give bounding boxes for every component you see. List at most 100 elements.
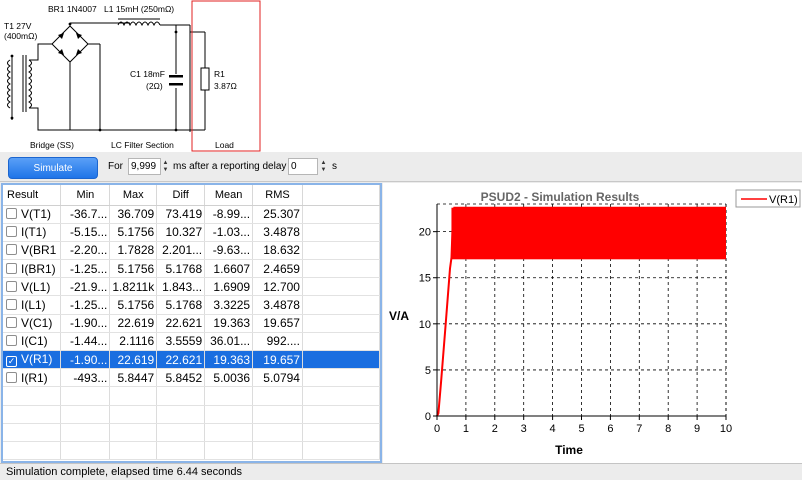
result-diff-cell: 1.843... — [156, 277, 206, 297]
result-checkbox[interactable] — [6, 335, 17, 347]
chevron-up-icon[interactable]: ▲ — [321, 160, 327, 167]
result-mean-cell: -8.99... — [204, 205, 254, 224]
result-mean-cell: 36.01... — [204, 332, 254, 352]
chevron-down-icon[interactable]: ▼ — [321, 167, 327, 174]
row-spacer — [302, 350, 380, 370]
y-tick-label: 10 — [419, 319, 431, 331]
table-row[interactable]: I(C1) -1.44... 2.1116 3.5559 36.01... 992.... — [3, 332, 380, 352]
result-name-cell[interactable]: ✓ V(R1) — [3, 350, 62, 370]
result-max-cell: 5.8447 — [109, 368, 158, 388]
result-mean-cell: 5.0036 — [204, 368, 254, 388]
result-name: I(C1) — [21, 334, 48, 349]
result-diff-cell: 5.1768 — [156, 295, 206, 315]
result-diff-cell: 5.8452 — [156, 368, 206, 388]
result-min-cell: -36.7... — [60, 205, 111, 224]
result-checkbox[interactable] — [6, 299, 17, 311]
resistor-label: R1 — [214, 69, 225, 79]
empty-cell — [109, 441, 158, 461]
column-header[interactable]: Max — [109, 185, 158, 206]
empty-cell — [156, 386, 206, 406]
table-row[interactable]: I(T1) -5.15... 5.1756 10.327 -1.03... 3.4878 — [3, 223, 380, 242]
result-name: V(T1) — [21, 207, 51, 222]
result-checkbox[interactable] — [6, 317, 17, 329]
transformer-resistance: (400mΩ) — [4, 31, 37, 41]
result-min-cell: -493... — [60, 368, 111, 388]
empty-cell — [302, 423, 380, 442]
result-name-cell[interactable]: V(L1) — [3, 277, 62, 297]
empty-cell — [156, 441, 206, 461]
result-name-cell[interactable]: V(C1) — [3, 314, 62, 333]
column-header[interactable]: Min — [60, 185, 111, 206]
result-name-cell[interactable]: I(T1) — [3, 223, 62, 242]
table-row[interactable]: I(R1) -493... 5.8447 5.8452 5.0036 5.0794 — [3, 368, 380, 388]
empty-cell — [156, 405, 206, 424]
y-tick-label: 5 — [425, 365, 431, 377]
delay-stepper[interactable]: ▲ ▼ — [319, 158, 328, 175]
result-max-cell: 22.619 — [109, 314, 158, 333]
y-axis-label: V/A — [389, 309, 409, 323]
chevron-down-icon[interactable]: ▼ — [163, 167, 169, 174]
x-tick-label: 10 — [720, 423, 732, 435]
section-filter-label: LC Filter Section — [111, 140, 174, 150]
table-row[interactable]: I(L1) -1.25... 5.1756 5.1768 3.3225 3.4878 — [3, 295, 380, 315]
result-name-cell[interactable]: I(R1) — [3, 368, 62, 388]
result-checkbox[interactable] — [6, 208, 17, 220]
empty-cell — [3, 423, 62, 442]
column-header[interactable]: Result — [3, 185, 62, 206]
result-name-cell[interactable]: I(BR1) — [3, 259, 62, 279]
result-diff-cell: 3.5559 — [156, 332, 206, 352]
column-header[interactable]: RMS — [252, 185, 303, 206]
row-spacer — [302, 277, 380, 297]
duration-stepper[interactable]: ▲ ▼ — [161, 158, 170, 175]
result-name-cell[interactable]: V(T1) — [3, 205, 62, 224]
y-tick-label: 15 — [419, 273, 431, 285]
section-bridge-label: Bridge (SS) — [30, 140, 74, 150]
empty-cell — [302, 405, 380, 424]
empty-table-row — [3, 386, 380, 406]
table-row[interactable]: ✓ V(R1) -1.90... 22.619 22.621 19.363 19.657 — [3, 350, 380, 370]
result-checkbox[interactable] — [6, 226, 17, 238]
empty-cell — [3, 441, 62, 461]
result-checkbox[interactable]: ✓ — [6, 356, 17, 368]
result-mean-cell: 3.3225 — [204, 295, 254, 315]
result-mean-cell: 19.363 — [204, 314, 254, 333]
result-checkbox[interactable] — [6, 371, 17, 383]
chevron-up-icon[interactable]: ▲ — [163, 160, 169, 167]
result-min-cell: -1.44... — [60, 332, 111, 352]
result-checkbox[interactable] — [6, 280, 17, 292]
capacitor-resistance: (2Ω) — [146, 81, 163, 91]
result-name: I(R1) — [21, 370, 48, 385]
result-name-cell[interactable]: I(L1) — [3, 295, 62, 315]
empty-cell — [60, 423, 111, 442]
y-tick-label: 20 — [419, 227, 431, 239]
table-row[interactable]: V(L1) -21.9... 1.8211k 1.843... 1.6909 12.700 — [3, 277, 380, 297]
result-checkbox[interactable] — [6, 262, 17, 274]
table-row[interactable]: V(C1) -1.90... 22.619 22.621 19.363 19.657 — [3, 314, 380, 333]
result-min-cell: -21.9... — [60, 277, 111, 297]
empty-cell — [109, 405, 158, 424]
result-name-cell[interactable]: I(C1) — [3, 332, 62, 352]
results-table: Result Min Max Diff Mean RMS V(T1) -36.7.… — [3, 185, 380, 461]
x-tick-label: 9 — [694, 423, 700, 435]
result-min-cell: -1.90... — [60, 314, 111, 333]
empty-cell — [204, 405, 254, 424]
result-max-cell: 5.1756 — [109, 223, 158, 242]
table-row[interactable]: I(BR1) -1.25... 5.1756 5.1768 1.6607 2.4659 — [3, 259, 380, 279]
result-diff-cell: 5.1768 — [156, 259, 206, 279]
result-max-cell: 22.619 — [109, 350, 158, 370]
for-label: For — [108, 161, 123, 172]
result-name-cell[interactable]: V(BR1 — [3, 241, 62, 261]
section-load-label: Load — [215, 140, 234, 150]
simulate-button[interactable]: Simulate — [8, 157, 98, 179]
empty-cell — [302, 441, 380, 461]
x-tick-label: 6 — [607, 423, 613, 435]
column-header[interactable]: Mean — [204, 185, 254, 206]
row-spacer — [302, 295, 380, 315]
duration-input[interactable] — [128, 158, 161, 175]
column-header[interactable]: Diff — [156, 185, 206, 206]
chart-legend[interactable]: V(R1) — [735, 189, 801, 208]
table-row[interactable]: V(BR1 -2.20... 1.7828 2.201... -9.63... 18.63… — [3, 241, 380, 261]
table-row[interactable]: V(T1) -36.7... 36.709 73.419 -8.99... 25.307 — [3, 205, 380, 224]
result-checkbox[interactable] — [6, 244, 17, 256]
delay-input[interactable] — [288, 158, 318, 175]
